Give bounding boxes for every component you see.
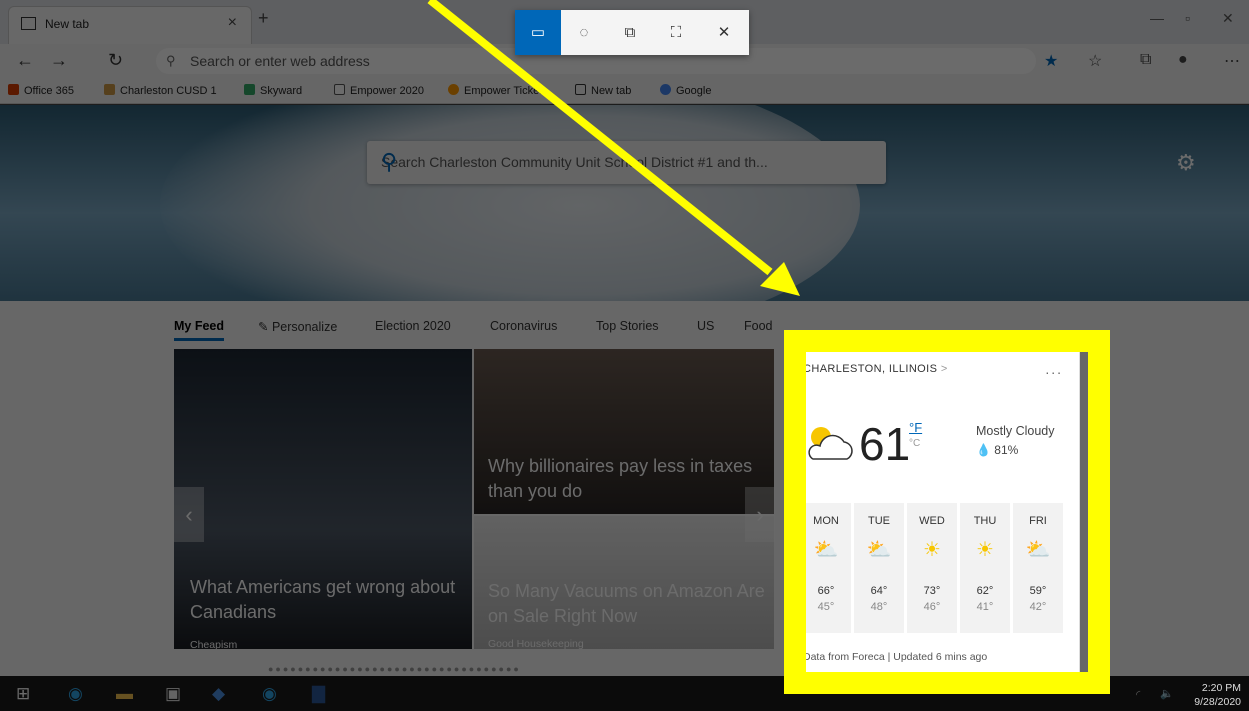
close-window-button[interactable]: ✕ [1222, 10, 1234, 27]
fav-office365[interactable]: Office 365 [8, 84, 74, 97]
fav-google[interactable]: Google [660, 84, 711, 97]
weather-condition: Mostly Cloudy [976, 424, 1055, 438]
carousel-dots[interactable]: ●●●●●●●●●●●●●●●●●●●●●●●●●●●●●●●●●● [268, 664, 521, 674]
search-icon[interactable]: ⚲ [381, 149, 864, 175]
volume-icon[interactable]: 🔈 [1160, 687, 1174, 700]
snipping-toolbar: ▭ ◌ ⧉ ⛶ ✕ [515, 10, 749, 55]
favorites-bar: Office 365 Charleston CUSD 1 Skyward Emp… [0, 78, 1249, 104]
card-source: Good Housekeeping [488, 638, 584, 649]
card-title: What Americans get wrong about Canadians [190, 577, 456, 622]
file-explorer-icon[interactable]: ▬ [116, 684, 133, 704]
fullscreen-snip-icon[interactable]: ⛶ [653, 10, 699, 55]
forward-icon[interactable]: → [50, 50, 68, 71]
edge-icon[interactable]: ◉ [262, 684, 277, 704]
tab-top-stories[interactable]: Top Stories [596, 319, 659, 333]
news-card[interactable]: So Many Vacuums on Amazon Are on Sale Ri… [474, 516, 774, 649]
carousel-prev-button[interactable]: ‹ [174, 487, 204, 542]
news-card[interactable]: Why billionaires pay less in taxes than … [474, 349, 774, 514]
app-icon[interactable]: ◆ [212, 684, 225, 704]
carousel-next-button[interactable]: › [745, 487, 775, 542]
tab-title: New tab [45, 17, 90, 31]
address-placeholder: Search or enter web address [190, 53, 370, 69]
polar-bear-image [160, 105, 860, 301]
close-icon[interactable]: ✕ [701, 10, 747, 55]
card-title: Why billionaires pay less in taxes than … [488, 456, 753, 501]
partly-cloudy-icon: ⛅ [866, 539, 892, 561]
rectangular-snip-icon[interactable]: ▭ [515, 10, 561, 55]
taskbar: ⊞ ◉ ▬ ▣ ◆ ◉ ▇ ◜ 🔈 [0, 676, 1249, 711]
wifi-icon[interactable]: ◜ [1136, 688, 1140, 701]
fav-empower-tickets[interactable]: Empower Tickets [448, 84, 548, 97]
maximize-button[interactable]: ▫ [1185, 10, 1190, 26]
tab-personalize[interactable]: ✎ Personalize [258, 319, 337, 334]
back-icon[interactable]: ← [16, 50, 34, 71]
fav-charleston-cusd[interactable]: Charleston CUSD 1 [104, 84, 217, 97]
word-icon[interactable]: ▇ [312, 684, 325, 704]
fav-skyward[interactable]: Skyward [244, 84, 302, 97]
current-temperature: 61 [859, 418, 911, 470]
weather-card[interactable]: CHARLESTON, ILLINOIS > ... 61 °F °C Mostl… [790, 346, 1080, 676]
close-tab-icon[interactable]: × [228, 14, 237, 32]
tab-new-tab[interactable]: New tab × [8, 6, 252, 44]
partly-cloudy-icon [808, 427, 853, 460]
partly-cloudy-icon: ⛅ [1025, 539, 1051, 561]
chevron-right-icon: > [940, 363, 948, 375]
rain-partly-cloudy-icon: ⛅ [813, 539, 839, 561]
forecast-day[interactable]: WED ☀ 73° 46° [907, 503, 957, 633]
tab-us[interactable]: US [697, 319, 714, 333]
weather-humidity: 💧 81% [976, 443, 1019, 457]
time: 2:20 PM [1201, 682, 1241, 694]
forecast-day[interactable]: THU ☀ 62° 41° [960, 503, 1010, 633]
date: 9/28/2020 [1194, 696, 1241, 708]
tab-coronavirus[interactable]: Coronavirus [490, 319, 557, 333]
fav-new-tab[interactable]: New tab [575, 84, 631, 97]
hero-banner [0, 105, 1249, 301]
more-options-icon[interactable]: ⋯ [1224, 51, 1240, 71]
freeform-snip-icon[interactable]: ◌ [561, 10, 607, 55]
windows-start-icon[interactable]: ⊞ [16, 684, 30, 704]
forecast-day[interactable]: FRI ⛅ 59° 42° [1013, 503, 1063, 633]
edge-icon[interactable]: ◉ [68, 684, 83, 704]
favorite-star-icon[interactable]: ★ [1044, 51, 1058, 71]
new-tab-button[interactable]: + [258, 8, 269, 29]
collections-icon[interactable]: ⧉ [1140, 51, 1151, 69]
forecast-day[interactable]: MON ⛅ 66° 45° [801, 503, 851, 633]
tab-food[interactable]: Food [744, 319, 773, 333]
weather-more-button[interactable]: ... [1045, 361, 1063, 377]
tab-my-feed[interactable]: My Feed [174, 319, 225, 341]
tab-election-2020[interactable]: Election 2020 [375, 319, 451, 333]
weather-footer: Data from Foreca | Updated 6 mins ago [803, 651, 988, 663]
temperature-units[interactable]: °F °C [909, 421, 922, 451]
minimize-button[interactable]: — [1150, 10, 1164, 26]
hero-search-box[interactable]: Search Charleston Community Unit School … [367, 141, 886, 184]
card-title: So Many Vacuums on Amazon Are on Sale Ri… [488, 581, 765, 626]
profile-avatar[interactable]: ● [1178, 51, 1188, 69]
gear-icon[interactable]: ⚙ [1176, 150, 1196, 176]
forecast-day[interactable]: TUE ⛅ 64° 48° [854, 503, 904, 633]
favorites-list-icon[interactable]: ☆ [1088, 51, 1102, 71]
sunny-icon: ☀ [976, 539, 994, 561]
news-card[interactable]: What Americans get wrong about Canadians… [174, 349, 472, 649]
humidity-drop-icon: 💧 [976, 443, 991, 457]
pencil-icon: ✎ [258, 320, 272, 334]
clock[interactable]: 2:20 PM 9/28/2020 [1194, 681, 1241, 709]
new-tab-icon [21, 17, 36, 30]
weather-location[interactable]: CHARLESTON, ILLINOIS > [803, 363, 948, 375]
card-source: Cheapism [190, 639, 238, 649]
window-snip-icon[interactable]: ⧉ [607, 10, 653, 55]
sunny-icon: ☀ [923, 539, 941, 561]
refresh-icon[interactable]: ↻ [108, 50, 123, 71]
store-icon[interactable]: ▣ [165, 684, 181, 704]
search-icon: ⚲ [166, 53, 176, 68]
fav-empower-2020[interactable]: Empower 2020 [334, 84, 424, 97]
